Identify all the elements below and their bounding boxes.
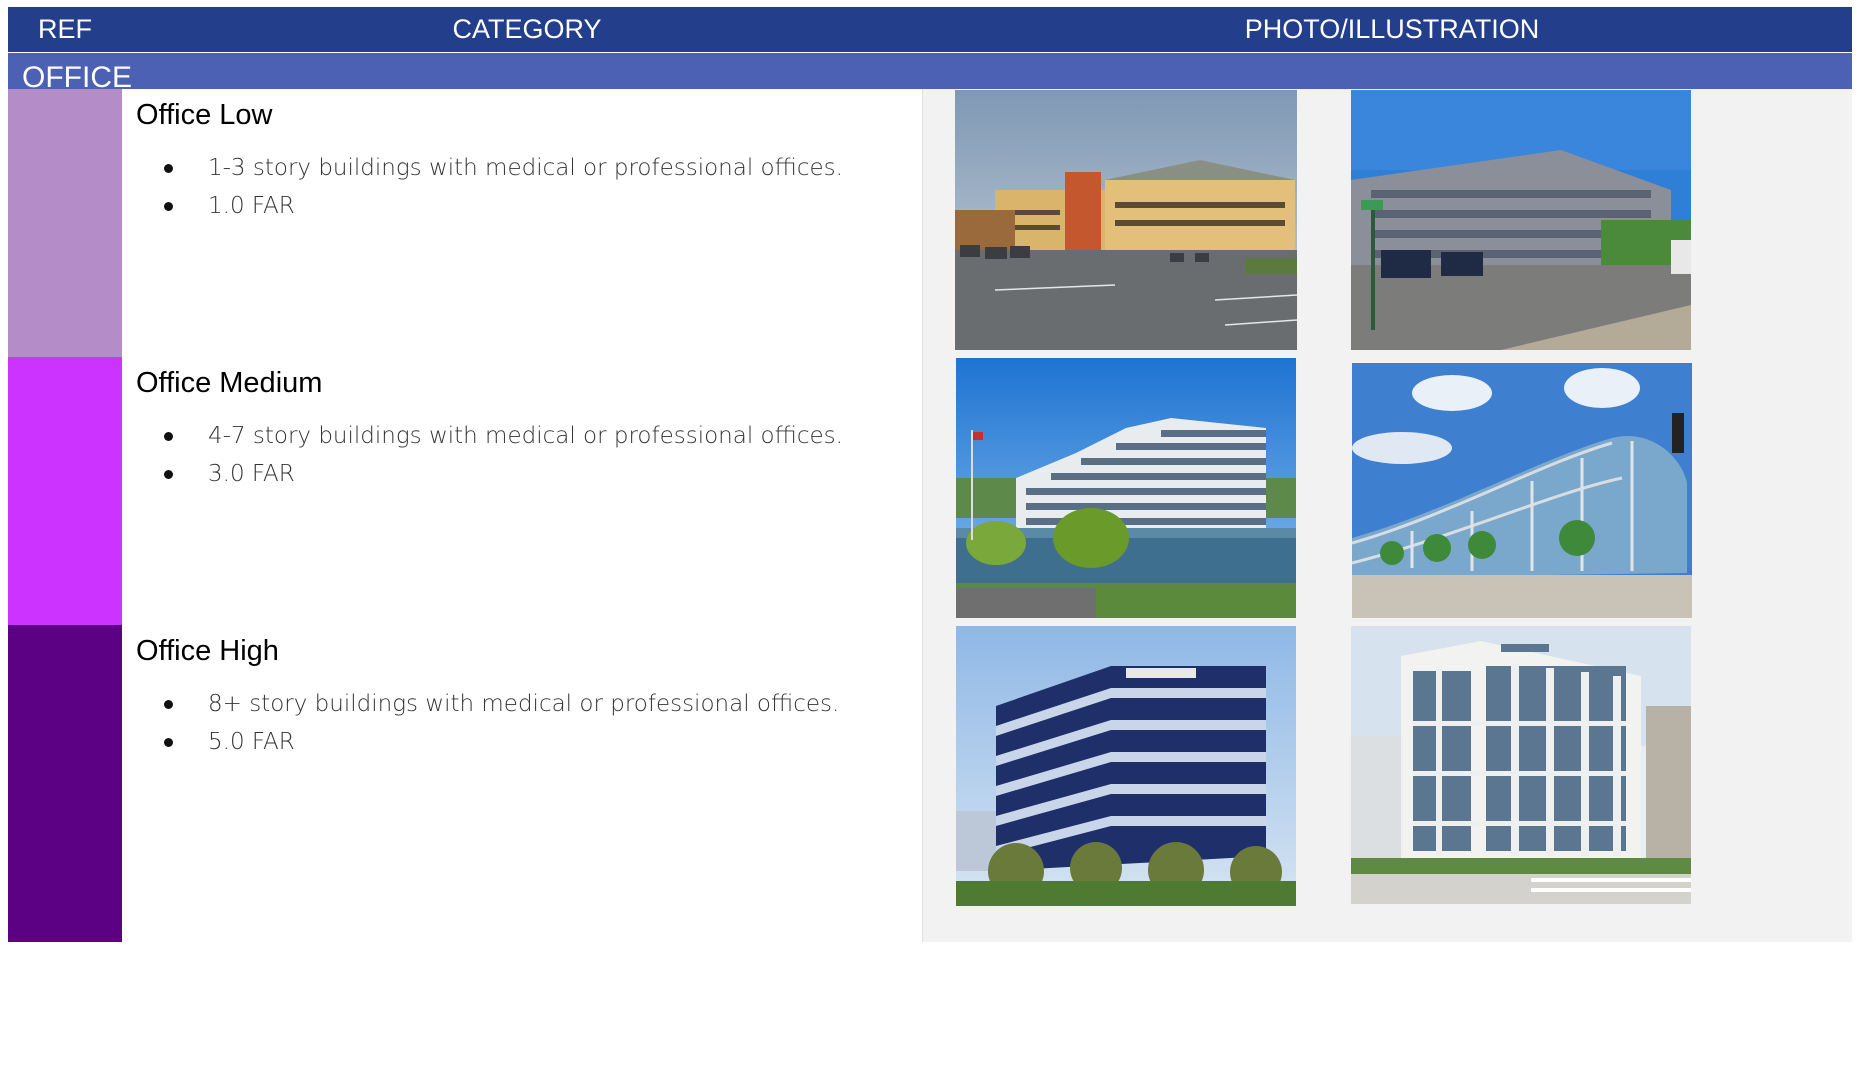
list-item: 5.0 FAR [162, 723, 839, 761]
bullet-icon [164, 700, 173, 709]
list-item: 1-3 story buildings with medical or prof… [162, 149, 843, 187]
bullet-icon [164, 202, 173, 211]
header-ref: REF [38, 14, 92, 44]
table-header: REF CATEGORY PHOTO/ILLUSTRATION [8, 7, 1852, 52]
ref-swatch [8, 625, 122, 942]
building-photo [956, 358, 1296, 618]
building-photo [1351, 90, 1691, 350]
bullet-list: 1-3 story buildings with medical or prof… [162, 149, 843, 225]
building-photo [1352, 363, 1692, 618]
header-photo-illustration: PHOTO/ILLUSTRATION [1244, 14, 1540, 44]
bullet-icon [164, 432, 173, 441]
bullet-icon [164, 738, 173, 747]
list-item: 8+ story buildings with medical or profe… [162, 685, 839, 723]
list-item: 4-7 story buildings with medical or prof… [162, 417, 843, 455]
bullet-icon [164, 164, 173, 173]
header-category: CATEGORY [452, 14, 602, 44]
column-divider [922, 625, 923, 942]
list-item: 3.0 FAR [162, 455, 843, 493]
table-row-office-high: Office High 8+ story buildings with medi… [8, 625, 1852, 942]
category-title: Office High [136, 635, 279, 667]
bullet-list: 8+ story buildings with medical or profe… [162, 685, 839, 761]
photo-cell [922, 625, 1852, 942]
category-title: Office Medium [136, 367, 323, 399]
building-photo [955, 90, 1297, 350]
building-photo [956, 626, 1296, 906]
bullet-icon [164, 470, 173, 479]
building-photo [1351, 626, 1691, 904]
category-title: Office Low [136, 99, 273, 131]
bullet-list: 4-7 story buildings with medical or prof… [162, 417, 843, 493]
list-item: 1.0 FAR [162, 187, 843, 225]
category-cell: Office High 8+ story buildings with medi… [122, 625, 922, 942]
